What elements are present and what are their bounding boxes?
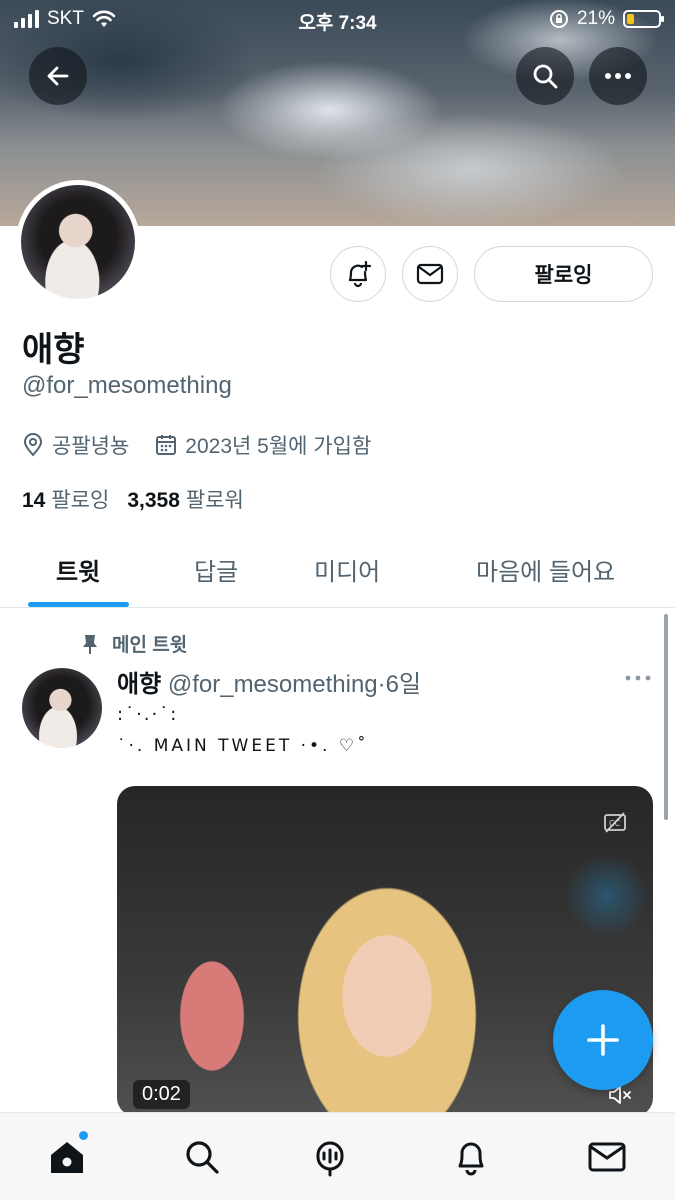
nav-spaces[interactable] xyxy=(308,1135,352,1179)
back-arrow-icon xyxy=(47,66,69,86)
location-pin-icon xyxy=(23,433,43,457)
status-right: 21% xyxy=(549,8,664,30)
scrollbar[interactable] xyxy=(664,614,668,820)
tweet-separator: · xyxy=(377,671,386,698)
tweet-author-avatar[interactable] xyxy=(22,668,102,748)
search-icon xyxy=(186,1141,219,1174)
notify-button[interactable] xyxy=(330,246,386,302)
tab-media[interactable]: 미디어 xyxy=(314,552,380,587)
bell-icon xyxy=(458,1142,484,1176)
more-icon xyxy=(605,73,631,79)
video-duration: 0:02 xyxy=(133,1080,190,1109)
tweet-more-icon[interactable] xyxy=(624,668,652,688)
back-button[interactable] xyxy=(29,47,87,105)
following-label: 팔로잉 xyxy=(51,489,110,512)
nav-home[interactable] xyxy=(45,1131,89,1179)
profile-tabs: 트윗 답글 미디어 마음에 들어요 xyxy=(0,530,675,608)
pinned-label: 메인 트윗 xyxy=(112,635,188,656)
profile-meta: 공팔녕뇽 2023년 5월에 가입함 xyxy=(22,430,397,460)
compose-tweet-button[interactable] xyxy=(553,990,653,1090)
bell-plus-icon xyxy=(348,260,372,288)
joined-text: 2023년 5월에 가입함 xyxy=(185,435,372,458)
tweet-header: 애향 @for_mesomething·6일 xyxy=(117,664,421,699)
tab-tweets[interactable]: 트윗 xyxy=(56,552,100,587)
active-tab-indicator xyxy=(28,602,129,607)
location-text: 공팔녕뇽 xyxy=(52,435,130,458)
followers-label: 팔로워 xyxy=(185,489,244,512)
pinned-indicator: 메인 트윗 xyxy=(82,630,187,657)
orientation-lock-icon xyxy=(549,10,568,28)
bottom-nav xyxy=(0,1112,675,1200)
search-icon xyxy=(533,64,558,89)
following-count: 14 xyxy=(22,489,46,512)
tab-replies[interactable]: 답글 xyxy=(194,552,238,587)
nav-search[interactable] xyxy=(180,1135,224,1179)
profile-handle: @for_mesomething xyxy=(22,372,232,399)
message-button[interactable] xyxy=(402,246,458,302)
followers-count-link[interactable]: 3,358 팔로워 xyxy=(127,484,244,514)
profile-name: 애향 xyxy=(22,331,85,369)
search-button[interactable] xyxy=(516,47,574,105)
followers-count: 3,358 xyxy=(127,489,180,512)
plus-icon xyxy=(587,1024,619,1056)
follow-counts: 14 팔로잉 3,358 팔로워 xyxy=(22,484,244,514)
following-count-link[interactable]: 14 팔로잉 xyxy=(22,484,109,514)
tweet-text-line1: :˙·.·˙: xyxy=(117,704,179,725)
pin-icon xyxy=(83,634,97,654)
envelope-icon xyxy=(588,1142,626,1172)
nav-notifications[interactable] xyxy=(449,1135,493,1179)
captions-off-icon[interactable]: CC xyxy=(603,812,627,834)
profile-avatar[interactable] xyxy=(16,180,140,304)
envelope-icon xyxy=(416,263,444,285)
tab-likes[interactable]: 마음에 들어요 xyxy=(476,552,615,587)
spaces-icon xyxy=(316,1141,344,1177)
battery-icon xyxy=(623,10,664,28)
tweet-time[interactable]: 6일 xyxy=(386,671,421,698)
more-button[interactable] xyxy=(589,47,647,105)
calendar-icon xyxy=(156,435,177,455)
tweet-text-line2: ˙·. MAIN TWEET ·•. ♡˚ xyxy=(117,736,369,756)
home-icon xyxy=(51,1142,83,1173)
location-item: 공팔녕뇽 xyxy=(22,430,129,460)
status-bar: SKT 오후 7:34 21% xyxy=(0,0,675,40)
tweet-author-handle: @for_mesomething xyxy=(167,671,378,698)
tweet-author-name[interactable]: 애향 xyxy=(117,671,161,698)
home-notification-dot xyxy=(79,1131,88,1140)
following-button[interactable]: 팔로잉 xyxy=(474,246,653,302)
battery-percent: 21% xyxy=(576,8,615,29)
joined-item: 2023년 5월에 가입함 xyxy=(155,430,371,460)
nav-messages[interactable] xyxy=(585,1135,629,1179)
